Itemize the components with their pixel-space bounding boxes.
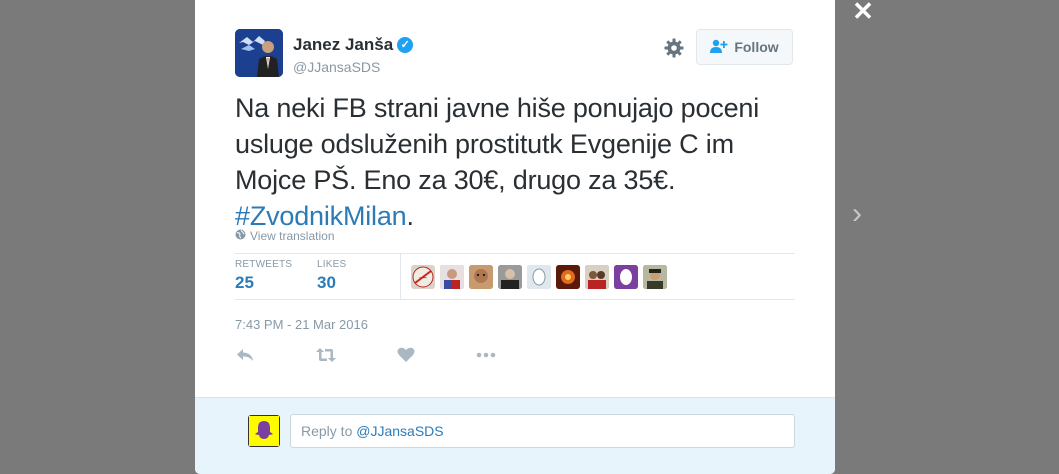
liker-avatar[interactable] — [556, 265, 580, 289]
tweet-modal: Janez Janša ✓ @JJansaSDS Follow Na neki … — [195, 0, 835, 474]
likes-count: 30 — [317, 273, 336, 292]
view-translation-link[interactable]: View translation — [235, 229, 335, 243]
current-user-avatar — [248, 415, 280, 447]
retweets-label: RETWEETS — [235, 259, 293, 270]
author-name[interactable]: Janez Janša — [293, 35, 393, 55]
author-handle[interactable]: @JJansaSDS — [293, 59, 380, 75]
tweet-body: Na neki FB strani javne hiše ponujajo po… — [235, 93, 760, 195]
likes-stat[interactable]: LIKES 30 — [317, 259, 346, 293]
more-options-icon[interactable] — [475, 345, 497, 367]
stats-vertical-divider — [400, 253, 401, 300]
reply-placeholder-prefix: Reply to — [301, 423, 353, 439]
liker-avatar[interactable]: — — [411, 265, 435, 289]
reply-box: Reply to @JJansaSDS — [195, 397, 835, 474]
verified-badge-icon: ✓ — [397, 37, 414, 53]
liker-avatars: — — [411, 265, 672, 289]
tweet-timestamp[interactable]: 7:43 PM - 21 Mar 2016 — [235, 317, 368, 332]
reply-icon[interactable] — [235, 345, 257, 367]
liker-avatar[interactable] — [585, 265, 609, 289]
follow-label: Follow — [734, 39, 779, 55]
stats-divider-top — [235, 253, 795, 254]
retweet-icon[interactable] — [315, 345, 337, 367]
like-heart-icon[interactable] — [396, 345, 418, 367]
gear-icon[interactable] — [663, 37, 685, 59]
next-tweet-icon[interactable]: › — [845, 199, 869, 229]
tweet-text: Na neki FB strani javne hiše ponujajo po… — [235, 90, 765, 234]
author-name-row: Janez Janša ✓ — [293, 35, 414, 55]
follow-button[interactable]: Follow — [696, 29, 793, 65]
liker-avatar[interactable] — [527, 265, 551, 289]
liker-avatar[interactable] — [498, 265, 522, 289]
author-avatar[interactable] — [235, 29, 283, 77]
stats-divider-bottom — [235, 299, 795, 300]
globe-icon — [235, 229, 246, 243]
view-translation-label: View translation — [250, 229, 335, 243]
close-icon[interactable]: ✕ — [851, 0, 875, 24]
retweets-count: 25 — [235, 273, 254, 292]
liker-avatar[interactable] — [440, 265, 464, 289]
liker-avatar[interactable] — [643, 265, 667, 289]
liker-avatar[interactable] — [469, 265, 493, 289]
add-user-icon — [710, 39, 728, 56]
hashtag-link[interactable]: #ZvodnikMilan — [235, 201, 407, 231]
reply-input[interactable]: Reply to @JJansaSDS — [290, 414, 795, 448]
likes-label: LIKES — [317, 259, 347, 270]
reply-placeholder-mention: @JJansaSDS — [356, 423, 444, 439]
liker-avatar[interactable] — [614, 265, 638, 289]
retweets-stat[interactable]: RETWEETS 25 — [235, 259, 292, 293]
tweet-end: . — [406, 201, 414, 231]
